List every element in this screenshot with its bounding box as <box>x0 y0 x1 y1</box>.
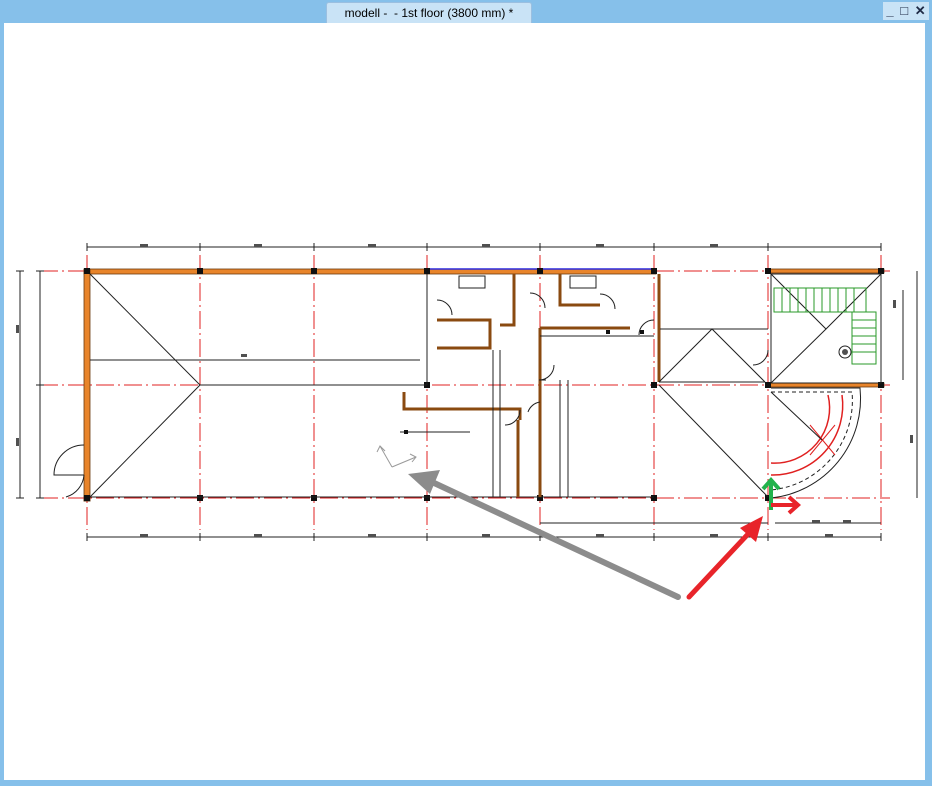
annotation-arrow-red <box>686 516 763 600</box>
view-tab-title[interactable]: modell - - 1st floor (3800 mm) * <box>326 2 532 23</box>
spiral-stair <box>770 387 862 499</box>
label-mark <box>241 354 247 357</box>
roof-lines-right <box>658 328 769 498</box>
dimension-text-marks <box>16 244 851 537</box>
annotation-arrow-gray <box>408 470 681 600</box>
minimize-icon[interactable]: _ <box>886 4 893 18</box>
maximize-icon[interactable]: □ <box>900 4 908 18</box>
close-icon[interactable]: ✕ <box>915 4 926 18</box>
door-swing-left <box>53 444 85 498</box>
floor-plan-drawing[interactable] <box>4 23 925 780</box>
application-window: modell - - 1st floor (3800 mm) * _ □ ✕ <box>0 0 932 786</box>
dimension-ticks <box>16 243 882 541</box>
interior-lines <box>400 275 769 497</box>
drawing-canvas[interactable] <box>4 23 925 780</box>
coordinate-system-icon <box>376 445 417 468</box>
fixtures <box>404 330 644 434</box>
window-controls: _ □ ✕ <box>883 2 929 20</box>
grid-axes <box>40 255 890 530</box>
